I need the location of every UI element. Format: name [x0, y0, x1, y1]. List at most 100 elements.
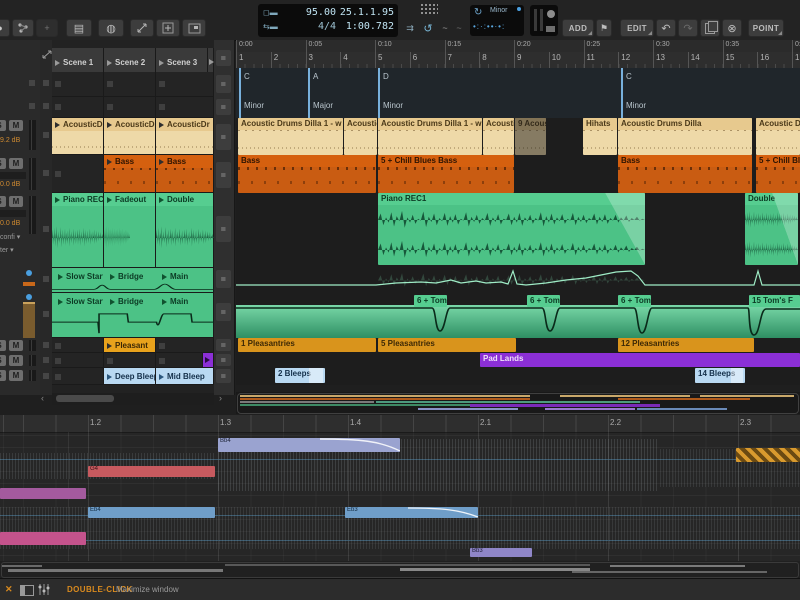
- clip-play-icon[interactable]: [110, 274, 115, 280]
- row-options-button[interactable]: ≣: [216, 354, 231, 366]
- record-button[interactable]: ●: [0, 19, 10, 37]
- drums-mute-button[interactable]: M: [9, 120, 23, 131]
- arranger-clip-bass-3[interactable]: Bass: [618, 155, 752, 193]
- bass-solo-button[interactable]: S: [0, 158, 6, 169]
- clip-play-icon[interactable]: [159, 122, 164, 128]
- scene-play-icon[interactable]: [55, 60, 60, 66]
- monitor-widget[interactable]: [530, 5, 558, 36]
- launcher-clip-bass-1[interactable]: Bass: [104, 155, 156, 193]
- clip-play-icon[interactable]: [159, 374, 164, 380]
- arranger-clip-pleasantries-1[interactable]: 1 Pleasantries: [238, 338, 376, 352]
- key-marker[interactable]: [308, 68, 310, 95]
- pad-solo-button[interactable]: S: [0, 355, 6, 366]
- piano-automation-lane[interactable]: [236, 268, 800, 293]
- scale-key-display[interactable]: ↻ Minor •:·:••·•:: [470, 5, 524, 36]
- time-value[interactable]: 1:00.782: [338, 20, 394, 35]
- clip-play-icon[interactable]: [107, 343, 112, 349]
- row-options-button[interactable]: ≣: [216, 369, 231, 383]
- key-marker[interactable]: [378, 68, 380, 95]
- clip-slot[interactable]: [104, 97, 156, 118]
- automation-lane-a-fader[interactable]: [23, 282, 35, 286]
- scroll-left-arrow[interactable]: ‹: [41, 393, 44, 403]
- toms-automation-curve[interactable]: [236, 293, 800, 338]
- piano-meter-dropdown[interactable]: ter ▾: [0, 246, 14, 254]
- note-event-pink[interactable]: [0, 532, 86, 545]
- arranger-clip-drums-5-muted[interactable]: 9 Acoustic: [515, 118, 546, 155]
- arranger-clip-piano-rec1[interactable]: Piano REC1: [378, 193, 645, 265]
- stop-button[interactable]: [43, 357, 49, 363]
- edit-button[interactable]: EDIT: [620, 19, 654, 37]
- arranger-clip-bass-4[interactable]: 5 + Chill Blues B: [756, 155, 800, 193]
- clip-slot[interactable]: [156, 97, 214, 118]
- launcher-clip-pad-sliver[interactable]: [203, 353, 214, 368]
- stop-button[interactable]: [43, 132, 49, 138]
- row-options-button[interactable]: ≣: [216, 162, 231, 188]
- fade-out-wedge[interactable]: [605, 193, 645, 265]
- cue-marker-button[interactable]: ⚑: [596, 19, 612, 37]
- time-signature-value[interactable]: 4/4: [296, 20, 336, 35]
- clip-slot[interactable]: [52, 72, 104, 97]
- arranger-clip-drums-6[interactable]: Acoustic Drums Dilla: [618, 118, 752, 155]
- arranger-clip-drums-4[interactable]: Acoustic D: [483, 118, 514, 155]
- point-tool-button[interactable]: POINT: [748, 19, 784, 37]
- arranger-clip-2-bleeps[interactable]: 2 Bleeps: [275, 368, 325, 383]
- row-options-button[interactable]: ≣: [216, 124, 231, 150]
- scene-play-icon[interactable]: [159, 60, 164, 66]
- clip-play-icon[interactable]: [58, 299, 63, 305]
- launcher-clip-deep-bleep[interactable]: Deep Bleep: [104, 368, 156, 385]
- row-options-button[interactable]: ≣: [216, 99, 231, 115]
- scale-marker[interactable]: [308, 95, 310, 118]
- clip-play-icon[interactable]: [162, 274, 167, 280]
- launcher-scrollbar[interactable]: ‹ ›: [52, 393, 214, 405]
- automation-curve[interactable]: [236, 268, 800, 293]
- drums-solo-button[interactable]: S: [0, 120, 6, 131]
- stop-button[interactable]: [43, 276, 49, 282]
- clip-play-icon[interactable]: [162, 299, 167, 305]
- scene-play-icon[interactable]: [107, 60, 112, 66]
- zoom-view-button[interactable]: [156, 19, 180, 37]
- arranger-clip-drums-1[interactable]: Acoustic Drums Dilla 1 - w Perc: [238, 118, 343, 155]
- arranger-clip-bass-2[interactable]: 5 + Chill Blues Bass: [378, 155, 514, 193]
- bass-name-field[interactable]: [0, 172, 26, 179]
- fade-out-wedge[interactable]: [772, 193, 798, 265]
- pleasant-solo-button[interactable]: S: [0, 340, 6, 351]
- note-event-top[interactable]: Bb4: [218, 438, 400, 452]
- io-routing-button[interactable]: [12, 19, 34, 37]
- note-event-red[interactable]: G4: [88, 466, 215, 477]
- scale-lane[interactable]: Minor Major Minor Minor: [236, 95, 800, 119]
- layers-panel-button[interactable]: ▤: [66, 19, 92, 37]
- clip-slot[interactable]: [156, 353, 203, 368]
- clip-slot[interactable]: [104, 353, 156, 368]
- launcher-clip-piano-rec1[interactable]: Piano REC1: [52, 193, 104, 268]
- note-event-magenta[interactable]: [0, 488, 86, 499]
- editor-ruler[interactable]: 1.2 1.3 1.4 2.1 2.2 2.3: [0, 415, 800, 433]
- clip-slot[interactable]: [52, 353, 104, 368]
- launcher-clip-bass-2[interactable]: Bass: [156, 155, 214, 193]
- automation-lane-a-dot[interactable]: [26, 270, 32, 276]
- bleeps-solo-button[interactable]: S: [0, 370, 6, 381]
- piano-gain-value[interactable]: 0.0 dB: [0, 220, 20, 227]
- scale-marker[interactable]: [239, 95, 241, 118]
- panel-layout-button[interactable]: [20, 585, 34, 596]
- clip-play-icon[interactable]: [55, 197, 60, 203]
- fade-curve2-button[interactable]: ~: [452, 19, 466, 37]
- row-options-button[interactable]: ≣: [216, 339, 231, 351]
- bleeps-mute-button[interactable]: M: [9, 370, 23, 381]
- clip-play-icon[interactable]: [159, 159, 164, 165]
- arranger-clip-drums-2[interactable]: Acoustic D: [344, 118, 377, 155]
- scrollbar-thumb[interactable]: [56, 395, 114, 402]
- arranger-clip-pad-lands[interactable]: Pad Lands: [480, 353, 800, 367]
- clip-slot[interactable]: [52, 155, 104, 193]
- launcher-clip-acousticdr-1[interactable]: AcousticDr: [52, 118, 104, 155]
- launcher-clip-pleasant[interactable]: Pleasant: [104, 338, 156, 353]
- bar-ruler[interactable]: 1234567891011121314151617: [236, 52, 800, 69]
- arranger-clip-bass-1[interactable]: Bass: [238, 155, 376, 193]
- piano-mute-button[interactable]: M: [9, 196, 23, 207]
- loop-button[interactable]: ↺: [420, 19, 436, 37]
- piano-solo-button[interactable]: S: [0, 196, 6, 207]
- stop-button[interactable]: [43, 226, 49, 232]
- session-sync-icon[interactable]: ✕: [5, 584, 13, 595]
- automation-lane-b-dot[interactable]: [26, 294, 32, 300]
- clip-play-icon[interactable]: [107, 197, 112, 203]
- arranger-clip-pleasantries-2[interactable]: 5 Pleasantries: [378, 338, 516, 352]
